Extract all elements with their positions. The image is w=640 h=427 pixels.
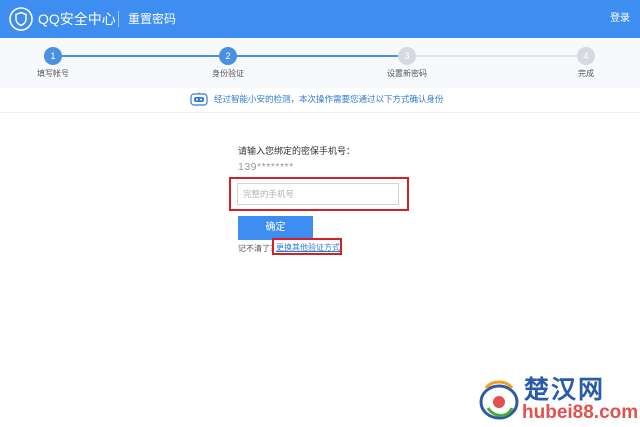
page-title: 重置密码 — [128, 12, 177, 26]
watermark-site-name: 楚汉网 — [524, 376, 606, 404]
watermark: 楚汉网 hubei88.com — [478, 376, 639, 424]
step-2-label: 身份验证 — [212, 69, 244, 78]
watermark-domain: hubei88.com — [522, 402, 639, 423]
step-3-label: 设置新密码 — [387, 69, 427, 78]
notice-text: 经过智能小安的检测，本次操作需要您通过以下方式确认身份 — [214, 94, 444, 104]
step-connector-3 — [416, 55, 577, 57]
step-2-circle: 2 — [219, 47, 237, 65]
step-3-circle: 3 — [398, 47, 416, 65]
phone-input[interactable] — [237, 183, 399, 205]
switch-method-link[interactable]: 更换其他验证方式 — [276, 243, 340, 253]
watermark-logo — [479, 380, 519, 420]
step-1-label: 填写帐号 — [37, 69, 69, 78]
step-4-circle: 4 — [577, 47, 595, 65]
shield-icon — [9, 7, 33, 31]
top-header: QQ安全中心 重置密码 登录 — [0, 0, 640, 38]
section-divider — [0, 112, 640, 113]
header-divider — [118, 11, 119, 27]
step-connector-1 — [62, 55, 219, 57]
brand-title: QQ安全中心 — [38, 11, 116, 27]
step-progress — [0, 38, 640, 88]
robot-icon — [190, 92, 208, 106]
step-connector-2 — [236, 55, 398, 57]
step-1-circle: 1 — [44, 47, 62, 65]
step-4-label: 完成 — [578, 69, 594, 78]
phone-prompt: 请输入您绑定的密保手机号： — [238, 146, 356, 156]
masked-phone-number: 139******** — [238, 161, 294, 173]
confirm-button[interactable]: 确定 — [238, 216, 313, 240]
login-link[interactable]: 登录 — [610, 12, 630, 26]
